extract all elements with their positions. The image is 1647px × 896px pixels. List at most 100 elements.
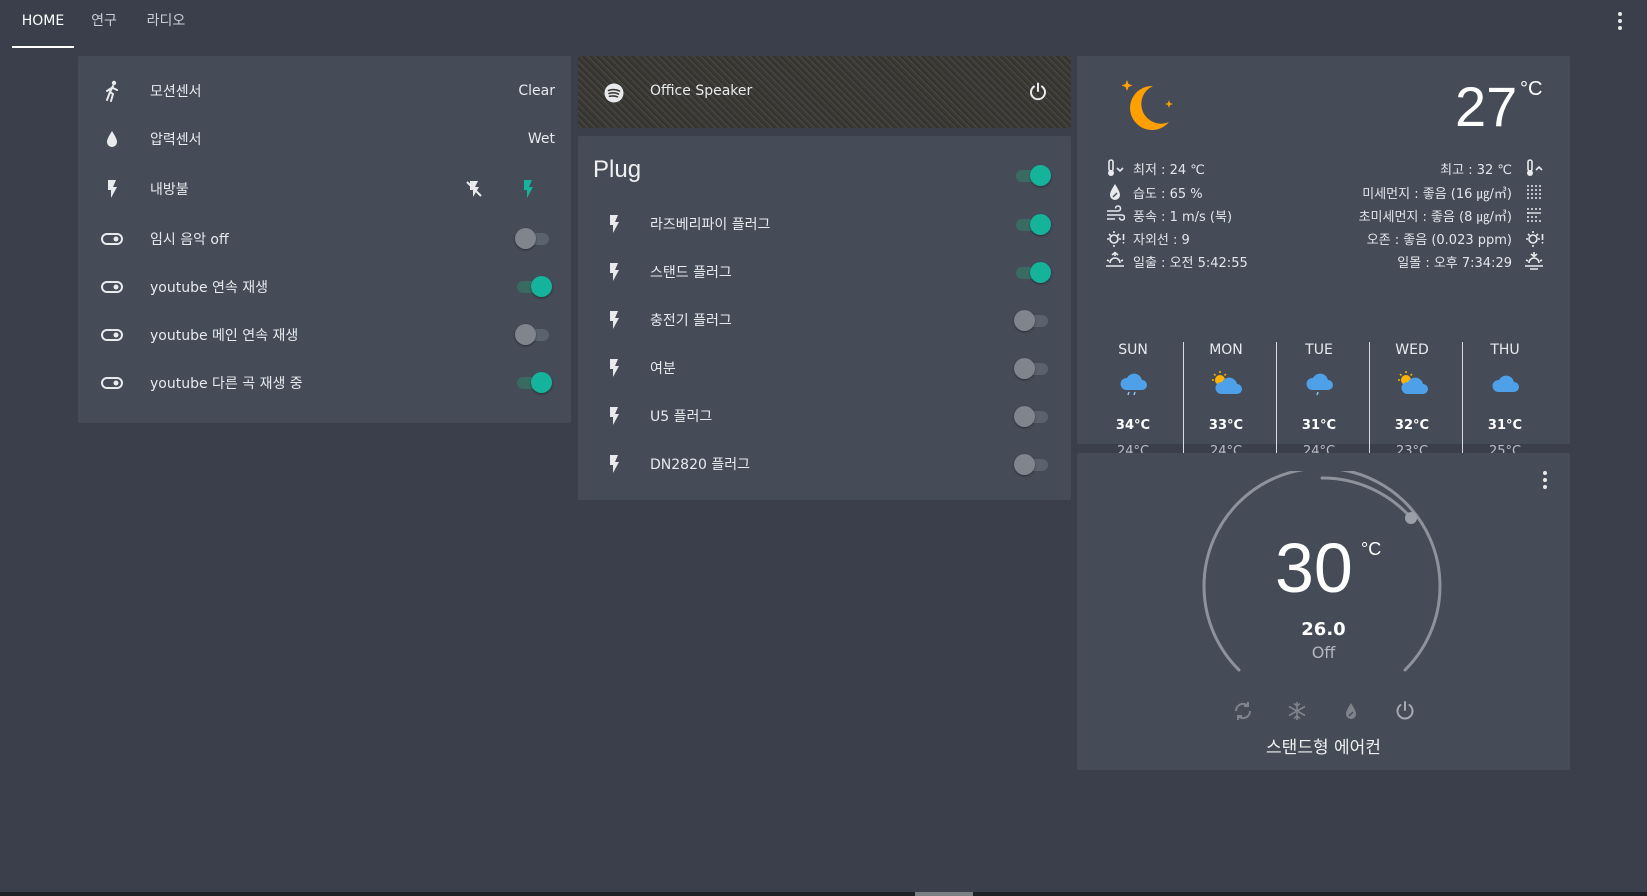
power-icon[interactable] [1393,699,1417,723]
list-item-plug[interactable]: 라즈베리파이 플러그 [578,201,1071,247]
weather-info-sunrise: 일출 : 오전 5:42:55 [1133,256,1248,271]
sensors-card: 모션센서 Clear 압력센서 Wet 내방불 임시 음악 off youtub… [78,56,571,423]
forecast-day: WED 32°C 23°C [1368,334,1456,464]
sensor-state: Clear [518,83,555,99]
toggle-switch-icon [100,323,124,347]
plug-label: DN2820 플러그 [650,457,750,473]
list-item-plug[interactable]: 여분 [578,345,1071,391]
sunset-icon [1524,251,1544,271]
current-temperature: 26.0 [1301,619,1346,640]
sensor-state: Wet [527,131,555,147]
weather-info-fine-dust: 초미세먼지 : 좋음 (8 ㎍/㎥) [1358,210,1512,225]
forecast-day: TUE 31°C 24°C [1275,334,1363,464]
toggle-switch[interactable] [1014,262,1051,283]
weather-info-ozone: 오존 : 좋음 (0.023 ppm) [1366,233,1512,248]
weather-info-min: 최저 : 24 ℃ [1133,163,1205,178]
flash-icon [602,308,626,332]
more-menu-icon[interactable] [1615,10,1625,34]
weather-info-max: 최고 : 32 ℃ [1440,163,1512,178]
toggle-switch-icon [100,275,124,299]
flash-icon [602,212,626,236]
tab-research[interactable]: 연구 [84,0,124,48]
flash-icon [100,177,124,201]
moon-icon [1119,78,1179,134]
list-item-room-light[interactable]: 내방불 [78,166,571,212]
partly-cloudy-icon [1395,370,1431,398]
sunrise-icon [1105,251,1125,271]
toggle-switch[interactable] [515,324,551,345]
spotify-icon [602,81,626,105]
weather-card[interactable]: 27 °C 최저 : 24 ℃ 습도 : 65 % 풍속 : 1 m/s (북)… [1077,56,1570,466]
weather-info-wind: 풍속 : 1 m/s (북) [1133,210,1233,225]
walk-icon [100,79,124,103]
sensor-label: 압력센서 [150,132,202,148]
toggle-switch[interactable] [515,228,551,249]
plug-label: 스탠드 플러그 [650,265,732,281]
weather-info-uv: 자외선 : 9 [1133,233,1190,248]
bottom-edge [0,892,1647,896]
tab-home[interactable]: HOME [12,0,74,48]
list-item-plug[interactable]: U5 플러그 [578,393,1071,439]
rain-cloud-icon [1302,370,1338,398]
toggle-switch[interactable] [1014,214,1051,235]
forecast-day-name: WED [1395,342,1429,358]
forecast-day-name: THU [1490,342,1520,358]
thermostat-name: 스탠드형 에어컨 [1266,738,1381,758]
toggle-switch[interactable] [1014,406,1050,427]
flash-on-icon[interactable] [516,177,540,201]
list-item-youtube-other-song[interactable]: youtube 다른 곡 재생 중 [78,360,571,406]
scrollbar-thumb[interactable] [915,892,973,896]
toggle-switch-icon [100,227,124,251]
media-player-card[interactable]: Office Speaker [578,56,1071,128]
more-options-icon[interactable] [1540,469,1550,493]
snowflake-icon[interactable] [1285,699,1309,723]
toggle-switch[interactable] [1014,358,1050,379]
card-title: Plug [593,156,642,183]
plug-card: Plug 라즈베리파이 플러그 스탠드 플러그 충전기 플러그 여분 U5 플러… [578,136,1071,500]
water-percent-icon[interactable] [1339,699,1363,723]
dust-icon [1524,182,1544,202]
list-item-plug[interactable]: 충전기 플러그 [578,297,1071,343]
light-label: 내방불 [150,182,189,198]
power-icon[interactable] [1026,80,1050,104]
toggle-switch[interactable] [515,372,552,393]
water-drop-icon [100,127,124,151]
list-item-youtube-main-continuous[interactable]: youtube 메인 연속 재생 [78,312,571,358]
list-item-plug[interactable]: DN2820 플러그 [578,441,1071,487]
thermometer-low-icon [1105,158,1125,178]
switch-label: 임시 음악 off [150,232,229,248]
media-player-name: Office Speaker [650,83,753,99]
flash-off-icon[interactable] [462,177,486,201]
forecast-high: 34°C [1115,418,1151,433]
forecast-high: 33°C [1208,418,1244,433]
current-temperature: 27 [1455,75,1518,138]
auto-mode-icon[interactable] [1231,699,1255,723]
switch-label: youtube 메인 연속 재생 [150,328,299,344]
list-item-youtube-continuous[interactable]: youtube 연속 재생 [78,264,571,310]
wind-icon [1105,205,1126,225]
list-item-plug[interactable]: 스탠드 플러그 [578,249,1071,295]
rain-cloud-icon [1116,370,1152,398]
toggle-switch[interactable] [1014,310,1050,331]
ozone-icon [1524,228,1544,248]
forecast-high: 32°C [1394,418,1430,433]
list-item-pressure-sensor[interactable]: 압력센서 Wet [78,116,571,162]
fine-dust-icon [1524,205,1544,225]
flash-icon [602,356,626,380]
forecast-day-name: MON [1209,342,1243,358]
list-item-temp-music-off[interactable]: 임시 음악 off [78,216,571,262]
tab-radio[interactable]: 라디오 [140,0,192,48]
humidity-icon [1105,182,1125,202]
plug-label: U5 플러그 [650,409,713,425]
forecast-day: THU 31°C 25°C [1461,334,1549,464]
toggle-switch-icon [100,371,124,395]
toggle-switch[interactable] [515,276,552,297]
sensor-label: 모션센서 [150,84,202,100]
forecast-high: 31°C [1301,418,1337,433]
toggle-switch[interactable] [1014,454,1050,475]
forecast-day: MON 33°C 24°C [1182,334,1270,464]
list-item-motion-sensor[interactable]: 모션센서 Clear [78,68,571,114]
forecast-day-name: TUE [1305,342,1333,358]
plug-master-toggle[interactable] [1014,165,1051,186]
forecast-day-name: SUN [1118,342,1148,358]
